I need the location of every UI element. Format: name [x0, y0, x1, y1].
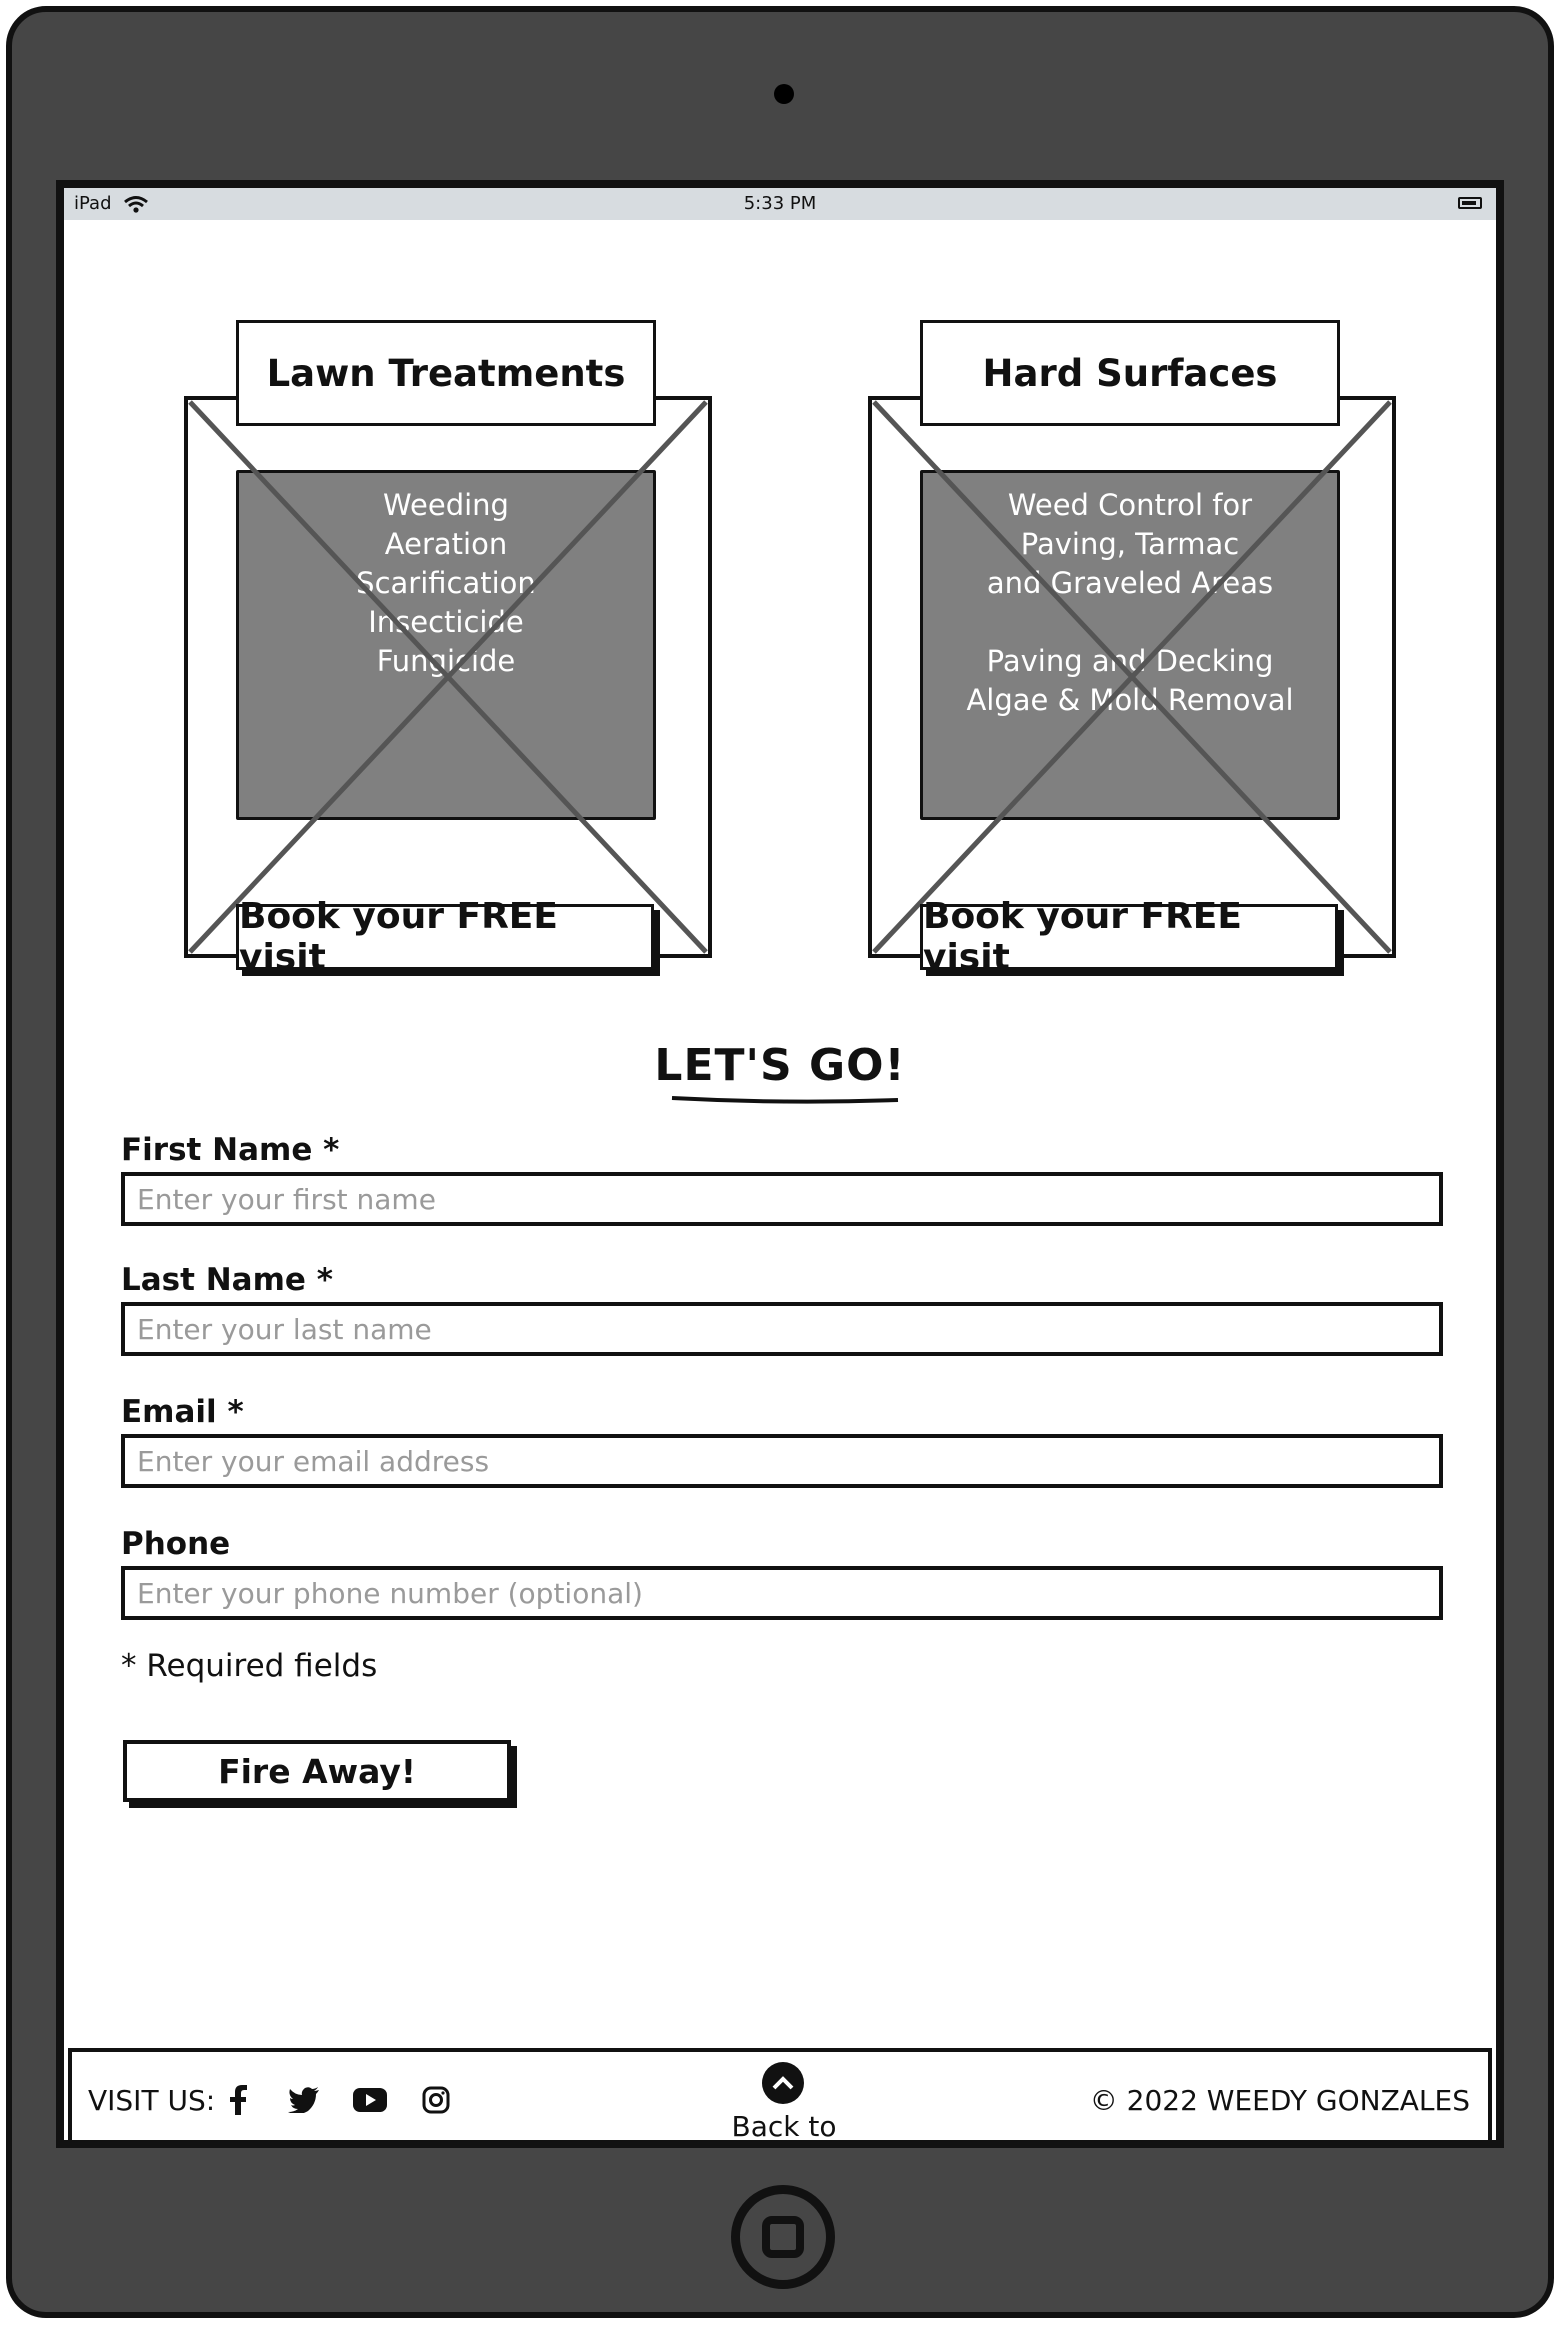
twitter-icon[interactable] — [286, 2082, 322, 2118]
card-title: Lawn Treatments — [236, 320, 656, 426]
last-name-label: Last Name * — [121, 1262, 333, 1298]
status-bar: iPad 5:33 PM — [64, 188, 1496, 220]
service-card-lawn: Lawn Treatments Weeding Aeration Scarifi… — [184, 316, 712, 978]
service-item: Paving, Tarmac — [1020, 527, 1240, 561]
book-visit-button[interactable]: Book your FREE visit — [920, 896, 1338, 978]
service-list: Weed Control for Paving, Tarmac and Grav… — [920, 486, 1340, 720]
footer: VISIT US: Back to top © 2022 WEEDY GONZA… — [68, 2048, 1492, 2140]
card-title: Hard Surfaces — [920, 320, 1340, 426]
instagram-icon[interactable] — [418, 2082, 454, 2118]
youtube-icon[interactable] — [352, 2082, 388, 2118]
screen: iPad 5:33 PM Lawn Treatments Weeding Aer… — [56, 180, 1504, 2148]
required-note: * Required fields — [121, 1648, 378, 1684]
service-item: Fungicide — [376, 644, 516, 678]
first-name-input[interactable] — [121, 1172, 1443, 1226]
service-item: Weed Control for — [1007, 488, 1253, 522]
battery-icon — [1458, 197, 1482, 209]
service-item — [920, 603, 1340, 642]
email-label: Email * — [121, 1394, 244, 1430]
copyright: © 2022 WEEDY GONZALES — [1089, 2084, 1470, 2117]
service-card-hard-surfaces: Hard Surfaces Weed Control for Paving, T… — [868, 316, 1396, 978]
service-item: Algae & Mold Removal — [966, 683, 1294, 717]
service-item: Insecticide — [368, 605, 524, 639]
back-to-top-link[interactable]: Back to top — [712, 2110, 856, 2140]
service-item: Scarification — [356, 566, 536, 600]
service-list: Weeding Aeration Scarification Insectici… — [236, 486, 656, 681]
home-button-icon — [762, 2216, 804, 2258]
book-visit-button[interactable]: Book your FREE visit — [236, 896, 654, 978]
service-item: Weeding — [383, 488, 509, 522]
last-name-input[interactable] — [121, 1302, 1443, 1356]
form-heading: LET'S GO! — [654, 1040, 906, 1091]
submit-button[interactable]: Fire Away! — [123, 1740, 511, 1802]
heading-underline — [671, 1096, 899, 1104]
first-name-label: First Name * — [121, 1132, 340, 1168]
status-time: 5:33 PM — [743, 193, 817, 214]
back-to-top-icon[interactable] — [762, 2062, 804, 2104]
email-input[interactable] — [121, 1434, 1443, 1488]
service-item: Aeration — [384, 527, 508, 561]
facebook-icon[interactable] — [220, 2082, 256, 2118]
phone-label: Phone — [121, 1526, 231, 1562]
visit-label: VISIT US: — [88, 2084, 216, 2117]
service-item: Paving and Decking — [986, 644, 1274, 678]
phone-input[interactable] — [121, 1566, 1443, 1620]
service-item: and Graveled Areas — [986, 566, 1274, 600]
camera-icon — [774, 84, 794, 104]
